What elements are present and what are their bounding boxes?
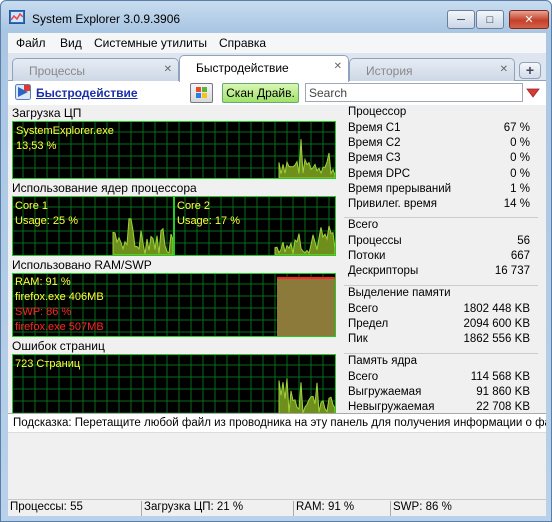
maximize-icon: □ [486, 13, 494, 26]
total-stats-title: Всего [348, 219, 379, 231]
menu-bar: Файл Вид Системные утилиты Справка [8, 33, 546, 53]
total-stats: Всего Процессы 56 Потоки 667 Дескрипторы 16… [344, 217, 538, 281]
maximize-button[interactable]: □ [476, 10, 504, 29]
stats-panel: Процессор Время C1 67 % Время C2 0 % Время… [344, 105, 538, 413]
menu-help[interactable]: Справка [219, 36, 266, 50]
hint-bar: Подсказка: Перетащите любой файл из пров… [8, 413, 546, 433]
stat-row: Всего 1802 448 KB [348, 303, 530, 315]
minimize-button[interactable]: ─ [447, 10, 475, 29]
stat-row: Привилег. время 14 % [348, 197, 530, 210]
ram-usage-area [277, 278, 335, 336]
stat-row: Время C1 67 % [348, 122, 530, 134]
close-icon[interactable]: ✕ [334, 61, 342, 72]
core1-usage: Usage: 25 % [15, 215, 78, 227]
tab-processes[interactable]: Процессы ✕ [12, 58, 179, 81]
pagefaults-graph: 723 Страниц [12, 354, 336, 413]
core2-name: Core 2 [177, 200, 211, 212]
status-bar: Процессы: 55 Загрузка ЦП: 21 % RAM: 91 %… [8, 499, 546, 516]
close-icon: ✕ [524, 14, 534, 26]
menu-file[interactable]: Файл [16, 36, 46, 50]
pagefaults-graph-label: Ошибок страниц [12, 339, 105, 353]
cpu-value-text: 13,53 % [16, 140, 57, 152]
scan-drivers-button[interactable]: Скан Драйв. [222, 83, 299, 103]
cpu-process-text: SystemExplorer.exe [16, 125, 114, 137]
status-ram: RAM: 91 % [293, 501, 390, 516]
tab-history[interactable]: История ✕ [349, 58, 515, 81]
swp-process: firefox.exe 507MB [15, 321, 104, 333]
stat-row: Дескрипторы 16 737 [348, 265, 530, 278]
search-arrow-icon[interactable] [526, 85, 540, 99]
windows-button[interactable] [190, 83, 213, 103]
cpu-graph: SystemExplorer.exe 13,53 % [12, 121, 336, 179]
performance-panel: Загрузка ЦП SystemExplorer.exe 13,53 % И… [8, 105, 546, 413]
stat-row: Всего 114 568 KB [348, 371, 530, 383]
cpu-stats-title: Процессор [348, 106, 407, 118]
core1-graph: Core 1 Usage: 25 % [12, 196, 174, 256]
menu-utilities[interactable]: Системные утилиты [94, 36, 207, 50]
toolbar: Быстродействие Скан Драйв. [8, 81, 546, 105]
tab-performance[interactable]: Быстродействие ✕ [179, 55, 349, 82]
windows-logo-icon [196, 87, 207, 98]
ram-graph-label: Использовано RAM/SWP [12, 258, 152, 272]
ram-percent: RAM: 91 % [15, 276, 71, 288]
tab-history-label: История [366, 64, 413, 78]
core2-usage: Usage: 17 % [177, 215, 240, 227]
page-title[interactable]: Быстродействие [36, 86, 138, 100]
tab-performance-label: Быстродействие [196, 61, 289, 75]
minimize-icon: ─ [457, 13, 465, 26]
status-processes: Процессы: 55 [10, 501, 83, 513]
stat-row: Время C3 0 % [348, 152, 530, 165]
new-tab-button[interactable]: + [519, 62, 541, 79]
status-swp: SWP: 86 % [390, 501, 546, 516]
memory-stats: Выделение памяти Всего 1802 448 KB Предел… [344, 285, 538, 349]
kernel-stats: Память ядра Всего 114 568 KB Выгружаемая 9… [344, 353, 538, 417]
status-cpu: Загрузка ЦП: 21 % [141, 501, 293, 516]
tab-processes-label: Процессы [29, 64, 86, 78]
stat-row: Время прерываний 1 % [348, 182, 530, 195]
ram-graph: RAM: 91 % firefox.exe 406MB SWP: 86 % fi… [12, 273, 336, 337]
stat-row: Потоки 667 [348, 250, 530, 263]
pagefaults-value: 723 Страниц [15, 358, 81, 370]
tab-strip: Процессы ✕ Быстродействие ✕ История ✕ + [8, 53, 546, 82]
cpu-stats: Процессор Время C1 67 % Время C2 0 % Время… [344, 105, 538, 213]
core1-name: Core 1 [15, 200, 49, 212]
cores-graph: Core 1 Usage: 25 % Core 2 Usage: 17 % [12, 196, 336, 256]
core2-graph: Core 2 Usage: 17 % [174, 196, 336, 256]
search-input[interactable] [305, 83, 523, 102]
stat-row: Время DPC 0 % [348, 167, 530, 180]
menu-view[interactable]: Вид [60, 36, 82, 50]
performance-icon [15, 84, 31, 100]
client-area: Файл Вид Системные утилиты Справка Проце… [8, 33, 546, 516]
close-button[interactable]: ✕ [509, 10, 549, 29]
memory-stats-title: Выделение памяти [348, 287, 451, 299]
stat-row: Процессы 56 [348, 235, 530, 247]
close-icon[interactable]: ✕ [500, 64, 508, 75]
app-window: System Explorer 3.0.9.3906 ─ □ ✕ Файл Ви… [0, 0, 552, 522]
kernel-stats-title: Память ядра [348, 355, 417, 367]
cores-graph-label: Использование ядер процессора [12, 181, 197, 195]
ram-process: firefox.exe 406MB [15, 291, 104, 303]
swp-percent: SWP: 86 % [15, 306, 72, 318]
close-icon[interactable]: ✕ [164, 64, 172, 75]
title-bar[interactable]: System Explorer 3.0.9.3906 ─ □ ✕ [1, 1, 551, 31]
stat-row: Время C2 0 % [348, 137, 530, 150]
stat-row: Предел 2094 600 KB [348, 318, 530, 331]
stat-row: Выгружаемая 91 860 KB [348, 386, 530, 399]
activity-area [278, 378, 335, 413]
app-icon [9, 10, 25, 24]
cpu-graph-label: Загрузка ЦП [12, 106, 82, 120]
stat-row: Пик 1862 556 KB [348, 333, 530, 346]
window-title: System Explorer 3.0.9.3906 [32, 12, 181, 26]
